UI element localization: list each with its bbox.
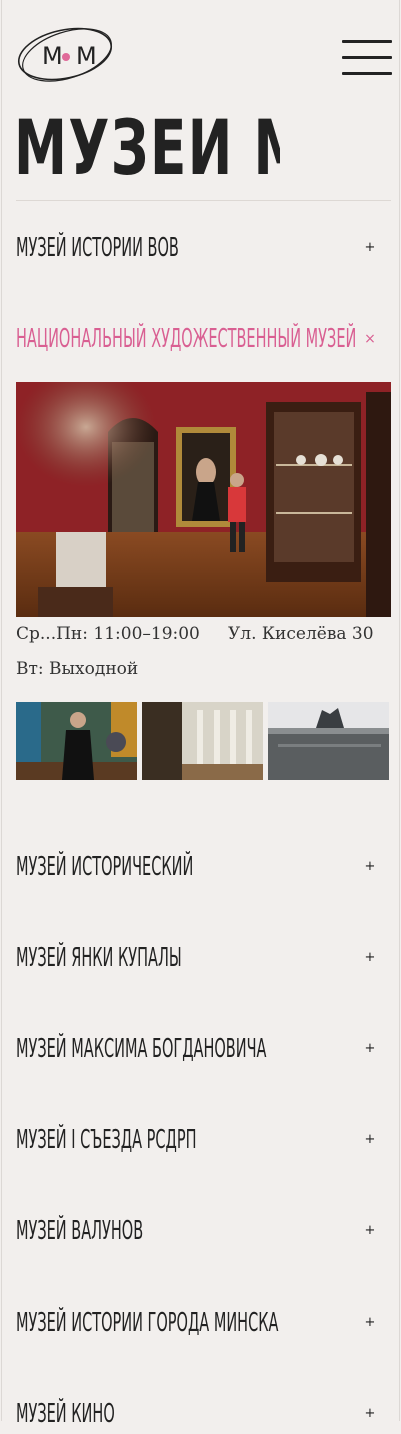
hamburger-line-middle <box>342 56 392 59</box>
plus-icon: + <box>364 950 376 965</box>
gallery-thumbnail[interactable] <box>16 702 137 780</box>
logo[interactable]: M M <box>16 22 116 86</box>
museum-item-label: МУЗЕЙ ИСТОРИИ ГОРОДА МИНСКА <box>16 1308 279 1338</box>
museum-item-bogdanovich[interactable]: МУЗЕЙ МАКСИМА БОГДАНОВИЧА + <box>16 1029 391 1069</box>
plus-icon: + <box>364 1041 376 1056</box>
day-off: Вт: Выходной <box>16 659 139 679</box>
gallery-thumbnail[interactable] <box>268 702 389 780</box>
museum-hero-photo <box>16 382 391 617</box>
frame-left-border <box>1 0 2 1421</box>
gallery-thumbnail[interactable] <box>142 702 263 780</box>
museum-item-label: МУЗЕЙ КИНО <box>16 1399 115 1429</box>
museum-item-vov[interactable]: МУЗЕЙ ИСТОРИИ ВОВ + <box>16 228 391 268</box>
plus-icon: + <box>364 859 376 874</box>
museum-item-rsdrp[interactable]: МУЗЕЙ I СЪЕЗДА РСДРП + <box>16 1120 391 1160</box>
svg-text:M: M <box>76 42 97 70</box>
close-icon: × <box>364 331 376 347</box>
museum-item-city-history[interactable]: МУЗЕЙ ИСТОРИИ ГОРОДА МИНСКА + <box>16 1303 391 1343</box>
photo-gallery <box>16 702 391 780</box>
museum-item-label: НАЦИОНАЛЬНЫЙ ХУДОЖЕСТВЕННЫЙ МУЗЕЙ <box>16 324 357 354</box>
plus-icon: + <box>364 1223 376 1238</box>
plus-icon: + <box>364 240 376 255</box>
museum-item-label: МУЗЕЙ ИСТОРИИ ВОВ <box>16 233 179 263</box>
page-title: МУЗЕИ МИНСКА <box>14 103 280 192</box>
museum-item-national-art[interactable]: НАЦИОНАЛЬНЫЙ ХУДОЖЕСТВЕННЫЙ МУЗЕЙ × <box>16 319 391 359</box>
museum-item-cinema[interactable]: МУЗЕЙ КИНО + <box>16 1394 391 1434</box>
museum-item-boulders[interactable]: МУЗЕЙ ВАЛУНОВ + <box>16 1211 391 1251</box>
hamburger-line-top <box>342 40 392 43</box>
opening-hours: Ср...Пн: 11:00–19:00 <box>16 624 200 644</box>
museum-item-label: МУЗЕЙ ЯНКИ КУПАЛЫ <box>16 943 182 973</box>
museum-item-historical[interactable]: МУЗЕЙ ИСТОРИЧЕСКИЙ + <box>16 847 391 887</box>
frame-right-border <box>399 0 400 1421</box>
divider <box>16 200 391 201</box>
plus-icon: + <box>364 1315 376 1330</box>
museum-item-label: МУЗЕЙ ИСТОРИЧЕСКИЙ <box>16 852 194 882</box>
hamburger-line-bottom <box>342 72 392 75</box>
plus-icon: + <box>364 1406 376 1421</box>
museum-item-label: МУЗЕЙ МАКСИМА БОГДАНОВИЧА <box>16 1034 267 1064</box>
address: Ул. Киселёва 30 <box>228 624 374 644</box>
museum-item-yanka-kupala[interactable]: МУЗЕЙ ЯНКИ КУПАЛЫ + <box>16 938 391 978</box>
svg-text:M: M <box>42 42 63 70</box>
museum-item-label: МУЗЕЙ I СЪЕЗДА РСДРП <box>16 1125 197 1155</box>
logo-oval-icon: M M <box>17 27 113 82</box>
plus-icon: + <box>364 1132 376 1147</box>
museum-item-label: МУЗЕЙ ВАЛУНОВ <box>16 1216 144 1246</box>
hamburger-menu-icon[interactable] <box>342 40 392 78</box>
